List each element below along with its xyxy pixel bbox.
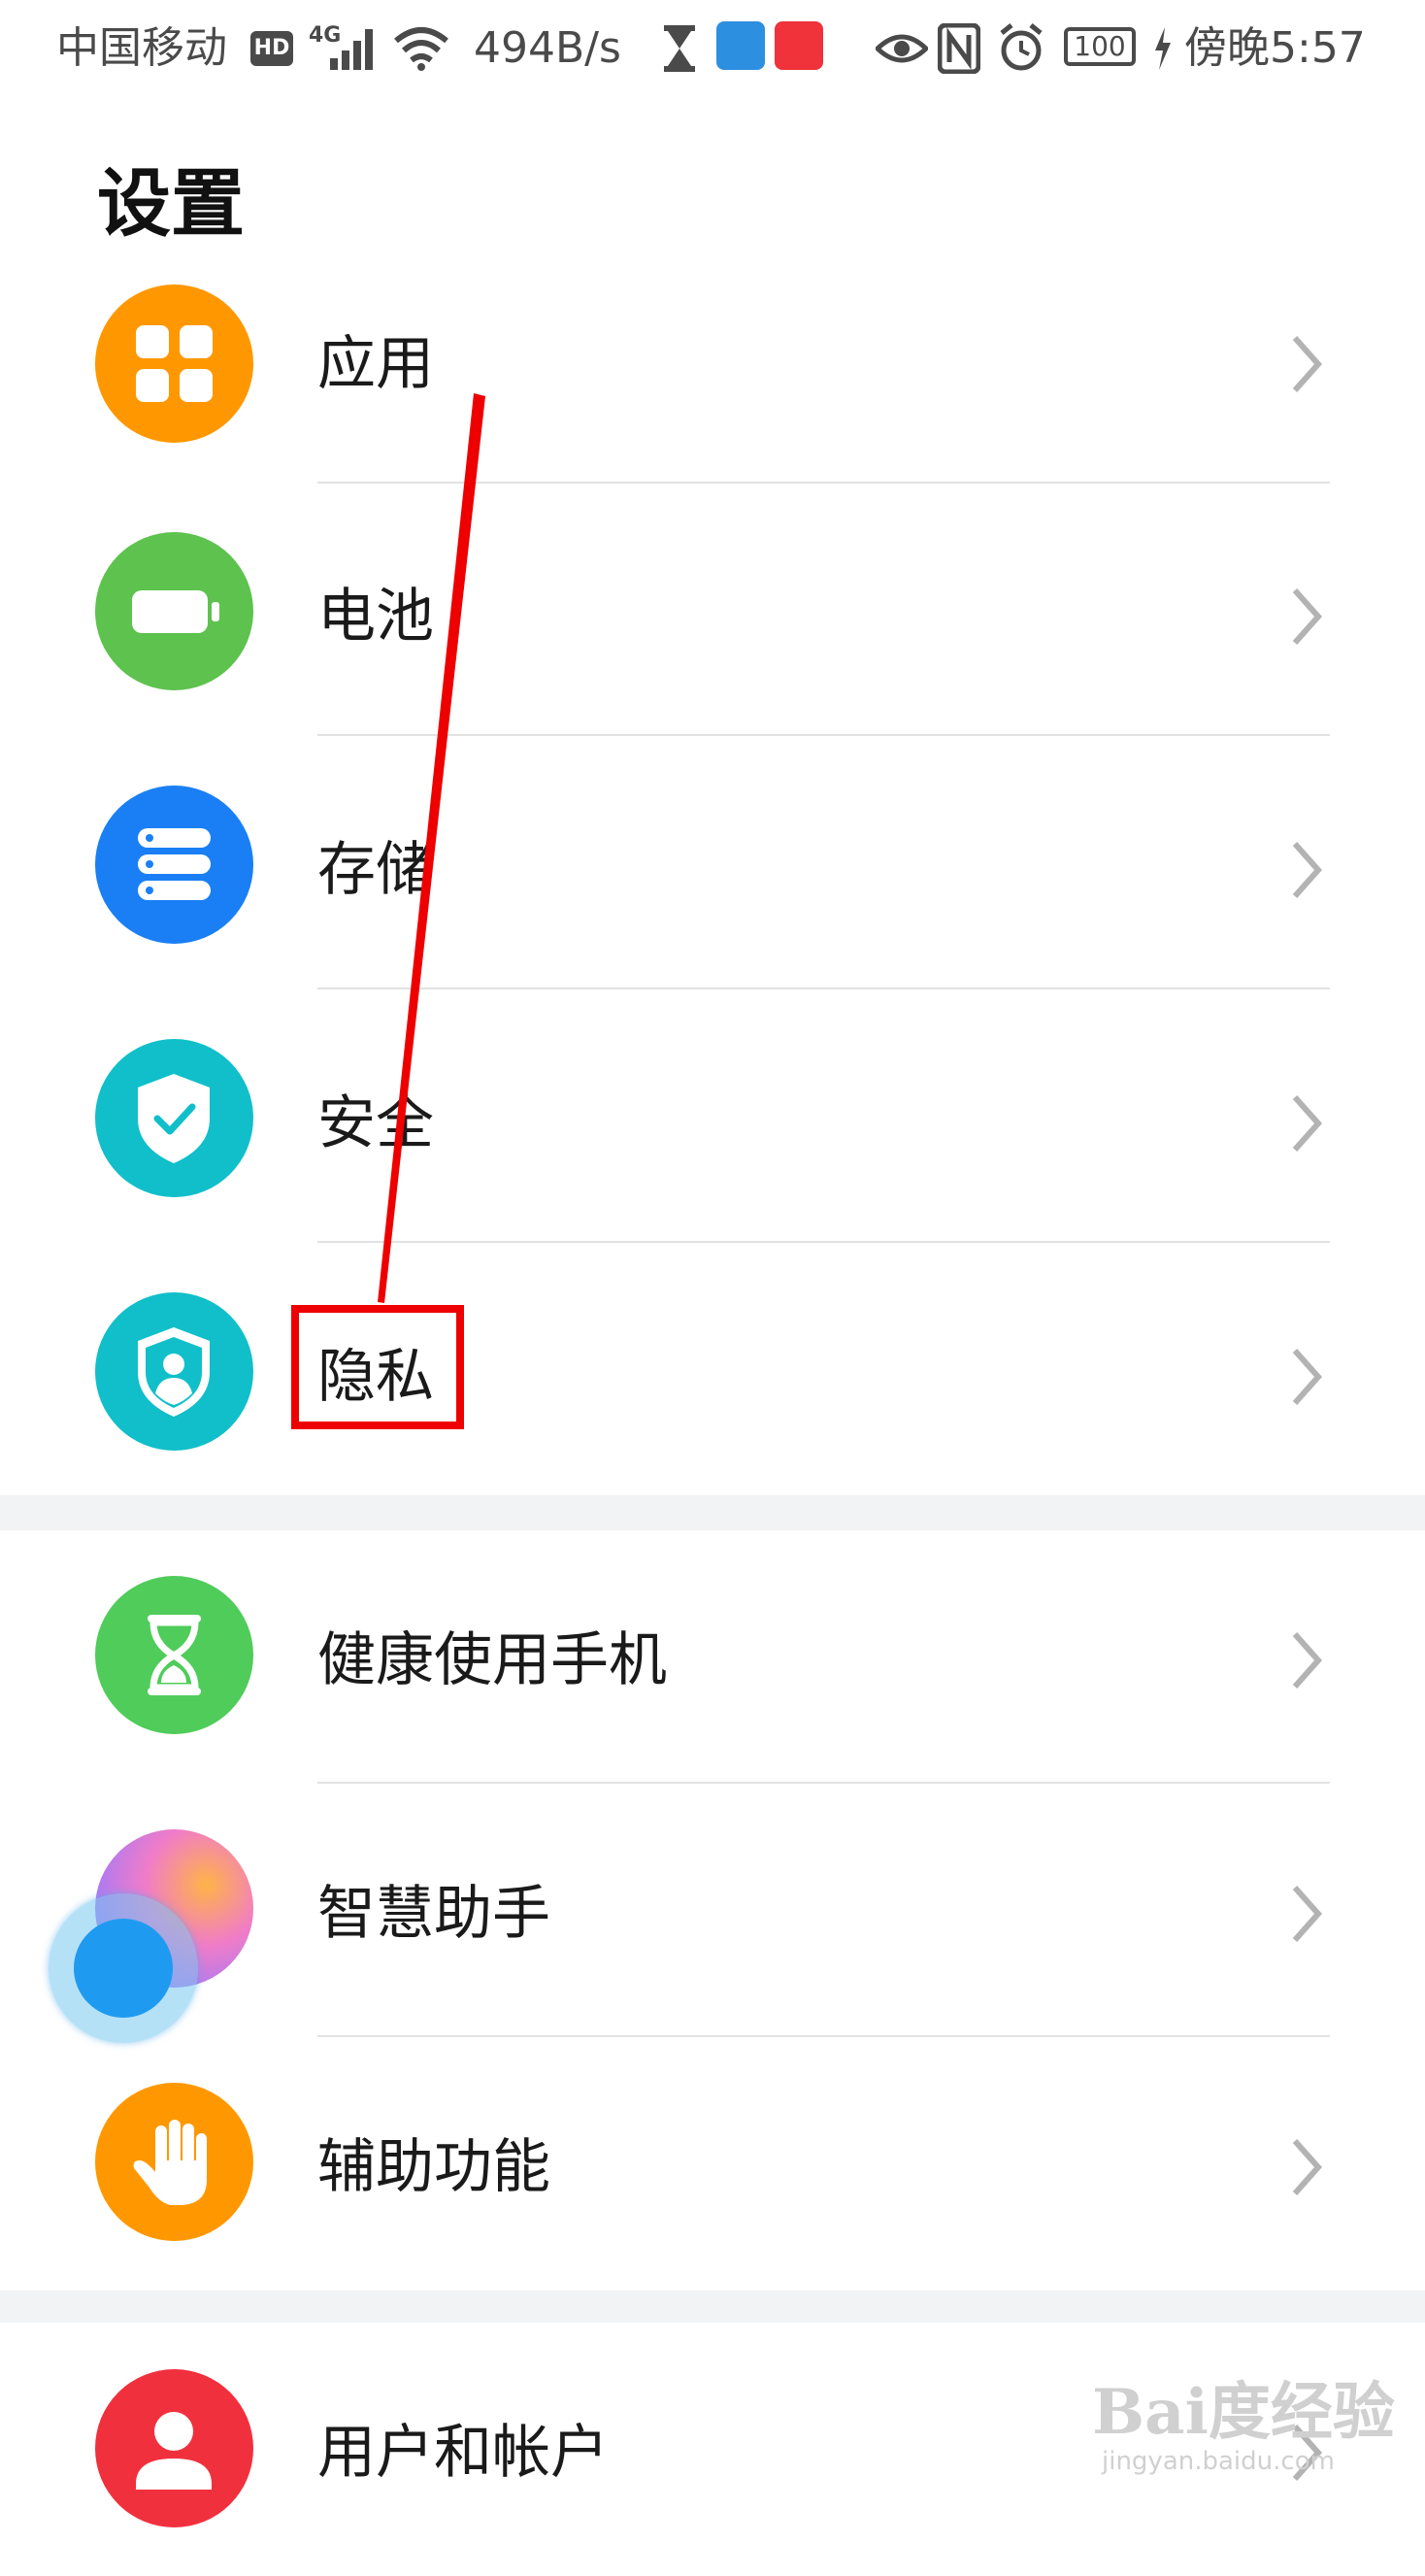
hand-icon <box>95 2083 253 2241</box>
carrier-label: 中国移动 <box>56 23 227 73</box>
video-app-icon <box>775 21 823 70</box>
section-separator <box>0 1495 1425 1530</box>
eye-icon <box>876 34 928 63</box>
chevron-right-icon <box>1292 1632 1323 1689</box>
settings-item-digital-balance[interactable]: 健康使用手机 <box>0 1530 1425 1784</box>
settings-item-label: 电池 <box>317 583 434 651</box>
clock-label: 傍晚5:57 <box>1184 23 1366 73</box>
hourglass-icon <box>664 25 695 72</box>
storage-icon <box>95 786 253 944</box>
settings-item-accessibility[interactable]: 辅助功能 <box>0 2037 1425 2291</box>
user-icon <box>95 2369 253 2527</box>
divider <box>317 1241 1330 1243</box>
annotation-highlight-box <box>291 1305 464 1429</box>
charging-icon <box>1155 27 1171 70</box>
page-title: 设置 <box>97 160 245 247</box>
settings-group-features: 健康使用手机 智慧助手 辅助功能 <box>0 1530 1425 2291</box>
alarm-icon <box>1000 23 1043 71</box>
status-bar: 中国移动 HD 4G 494B/s 100 傍晚5:57 <box>0 0 1425 97</box>
settings-item-label: 辅助功能 <box>317 2133 550 2201</box>
privacy-icon <box>95 1292 253 1451</box>
app-notification-icon <box>716 21 765 70</box>
settings-item-battery[interactable]: 电池 <box>0 490 1425 744</box>
divider <box>317 987 1330 989</box>
chevron-right-icon <box>1292 1886 1323 1942</box>
security-shield-icon <box>95 1039 253 1197</box>
settings-item-label: 安全 <box>317 1089 434 1157</box>
hourglass-icon <box>95 1576 253 1734</box>
chevron-right-icon <box>1292 842 1323 898</box>
watermark: Bai度经验 jingyan.baidu.com <box>1092 2376 1395 2477</box>
chevron-right-icon <box>1292 1349 1323 1405</box>
settings-item-label: 智慧助手 <box>317 1880 550 1948</box>
network-speed-label: 494B/s <box>474 23 621 73</box>
settings-item-storage[interactable]: 存储 <box>0 744 1425 997</box>
settings-item-label: 存储 <box>317 836 434 904</box>
wifi-icon <box>394 27 448 71</box>
divider <box>317 734 1330 736</box>
chevron-right-icon <box>1292 2139 1323 2195</box>
chevron-right-icon <box>1292 1095 1323 1152</box>
chevron-right-icon <box>1292 336 1323 392</box>
settings-item-security[interactable]: 安全 <box>0 997 1425 1251</box>
settings-group-device: 应用 电池 存储 安全 隐私 <box>0 284 1425 1495</box>
settings-item-label: 健康使用手机 <box>317 1626 667 1694</box>
settings-item-smart-assistant[interactable]: 智慧助手 <box>0 1784 1425 2037</box>
settings-item-privacy[interactable]: 隐私 <box>0 1251 1425 1504</box>
floating-navigation-ball[interactable] <box>49 1893 198 2043</box>
watermark-logo: Bai度经验 <box>1092 2376 1395 2449</box>
divider <box>317 482 1330 484</box>
chevron-right-icon <box>1292 588 1323 645</box>
hd-badge: HD <box>250 31 293 66</box>
section-separator <box>0 2291 1425 2323</box>
settings-item-label: 应用 <box>317 330 434 398</box>
nfc-icon <box>938 23 980 74</box>
battery-icon: 100 <box>1064 27 1136 66</box>
settings-item-apps[interactable]: 应用 <box>0 238 1425 491</box>
apps-icon <box>95 284 253 443</box>
watermark-url: jingyan.baidu.com <box>1102 2447 1335 2476</box>
battery-icon <box>95 532 253 690</box>
signal-icon <box>330 29 373 70</box>
settings-item-label: 用户和帐户 <box>317 2419 609 2487</box>
